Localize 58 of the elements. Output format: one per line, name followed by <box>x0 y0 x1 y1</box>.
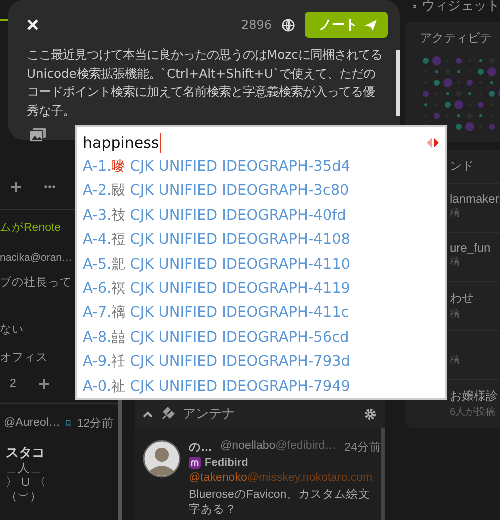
close-icon[interactable] <box>27 19 39 31</box>
candidate-item[interactable]: A-8.囍 CJK UNIFIED IDEOGRAPH-56cd <box>83 326 350 350</box>
note-time: 12分前 <box>77 416 114 430</box>
character-count: 2896 <box>241 18 272 32</box>
satellite-icon <box>161 407 175 421</box>
user-handle: nacika@oran… <box>0 252 73 264</box>
reaction-count: 2 <box>10 378 16 390</box>
column-title: アンテナ <box>183 406 235 423</box>
plus-icon[interactable] <box>10 181 22 193</box>
plus-icon[interactable] <box>38 378 50 390</box>
note-title: スタコ <box>5 445 46 460</box>
candidate-item[interactable]: A-9.祍 CJK UNIFIED IDEOGRAPH-793d <box>83 350 351 375</box>
trend-count: 稿 <box>450 208 460 219</box>
instance-name: Fedibird <box>205 457 248 469</box>
avatar[interactable] <box>143 440 181 478</box>
candidate-item[interactable]: A-2.㲀 CJK UNIFIED IDEOGRAPH-3c80 <box>83 179 350 204</box>
trend-tag[interactable]: お嬢様診 <box>450 389 498 403</box>
candidate-item[interactable]: A-6.䄙 CJK UNIFIED IDEOGRAPH-4119 <box>83 277 351 302</box>
candidate-item[interactable]: A-5.䄐 CJK UNIFIED IDEOGRAPH-4110 <box>83 252 351 278</box>
post-button[interactable]: ノート <box>305 12 388 38</box>
candidate-item[interactable]: A-3.䃽 CJK UNIFIED IDEOGRAPH-40fd <box>83 204 346 228</box>
image-icon[interactable] <box>30 128 46 142</box>
note-text: オフィス <box>0 352 48 364</box>
widget-title: ンド <box>450 158 474 175</box>
section-title: ウィジェット <box>422 0 500 15</box>
ascii-art-line: 〉 ∪ 〈 <box>6 477 46 489</box>
search-input-field[interactable]: happiness <box>83 133 162 153</box>
user-name: の… <box>189 441 212 455</box>
settings-icon[interactable] <box>364 408 377 420</box>
page-arrows-icon[interactable] <box>427 138 439 148</box>
candidate-item[interactable]: A-4.䄈 CJK UNIFIED IDEOGRAPH-4108 <box>83 228 351 253</box>
user-handle: @Aureol… <box>4 417 60 429</box>
mention-link[interactable]: @takenoko@misskey.nokotaro.com <box>189 471 373 485</box>
trend-count: 稿 <box>450 257 460 268</box>
chevron-up-icon[interactable] <box>143 410 153 418</box>
candidate-item[interactable]: A-1.嘜 CJK UNIFIED IDEOGRAPH-35d4 <box>83 155 351 180</box>
user-handle: @noellabo@fedibird… <box>220 440 337 454</box>
globe-icon[interactable] <box>282 18 295 32</box>
trend-tag[interactable]: ure_fun <box>450 241 491 255</box>
trend-count: 稿 <box>450 309 460 320</box>
send-icon <box>364 18 378 32</box>
ascii-art-line: （︶） <box>6 491 42 503</box>
renote-label: ムがRenote <box>0 222 62 234</box>
trend-tag[interactable]: わせ <box>450 291 474 305</box>
candidate-item[interactable]: A-7.䄜 CJK UNIFIED IDEOGRAPH-411c <box>83 301 350 326</box>
trend-count: 稿 <box>450 355 460 366</box>
post-text-field[interactable]: ここ最近見つけて本当に良かったの思うのはMozcに同梱されてるUnicode検索拡張機能。`Ctrl+Alt+Shift+U`で使えて、ただのコードポイント検索に加えて名前検索と字意義検索が入ってる優秀な子。 <box>27 46 388 120</box>
trend-tag[interactable]: lanmaker <box>450 192 500 206</box>
note-text: BlueroseのFavicon、カスタム絵文字ある？ <box>189 488 372 517</box>
note-text: ブの社長って <box>0 277 72 289</box>
candidate-item[interactable]: A-0.祉 CJK UNIFIED IDEOGRAPH-7949 <box>83 374 351 400</box>
widget-title: アクティビテ <box>420 30 492 47</box>
note-text: ない <box>0 324 24 336</box>
ascii-art-line: ＿人＿ <box>6 463 42 475</box>
note-time: 24分前 <box>344 440 382 455</box>
more-icon[interactable] <box>44 185 56 189</box>
instance-icon <box>189 457 201 469</box>
trend-count: 6人が投稿 <box>450 407 496 418</box>
